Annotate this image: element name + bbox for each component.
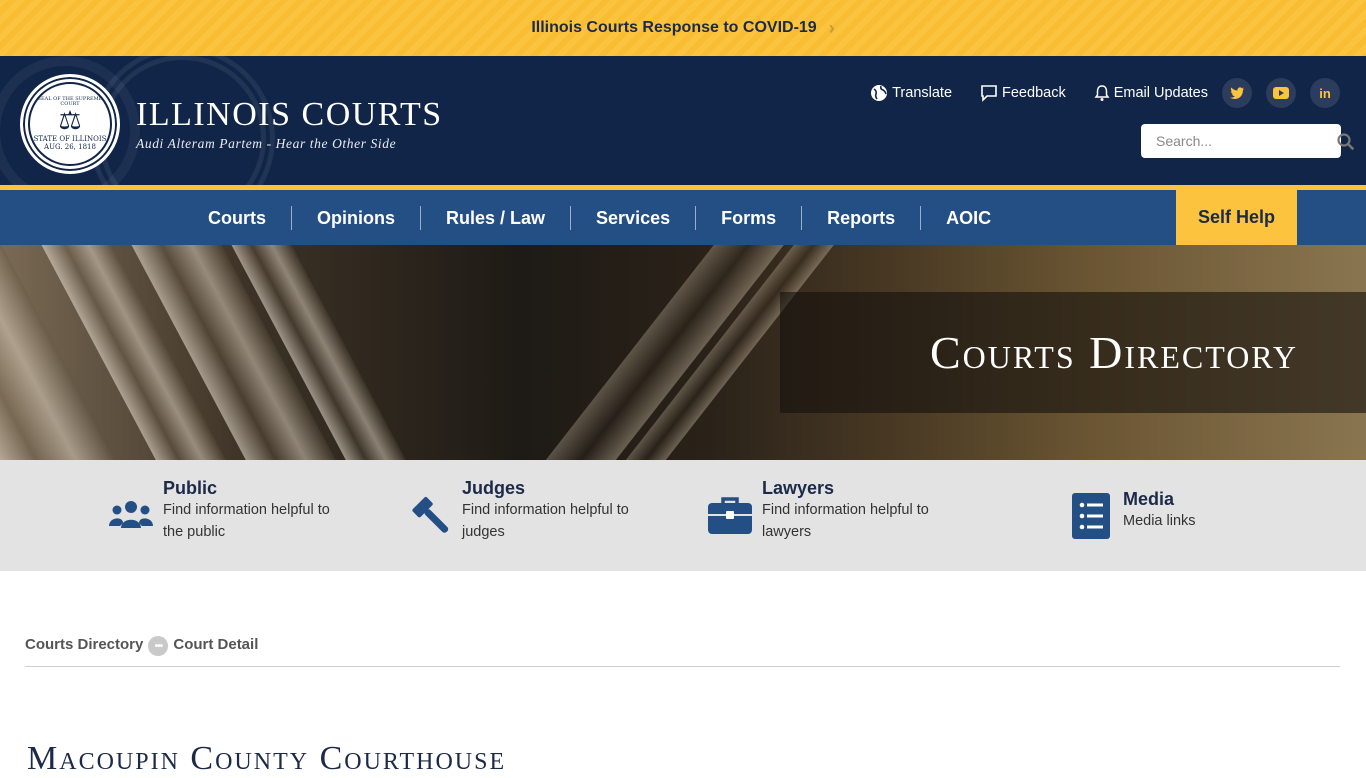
audience-judges-title[interactable]: Judges [462,477,652,499]
chevron-right-icon: › [828,17,835,38]
audience-public-desc: Find information helpful to the public [163,502,330,540]
audience-media-title[interactable]: Media [1123,488,1313,510]
email-updates-link[interactable]: Email Updates [1094,84,1208,102]
list-document-icon [1067,493,1115,539]
audience-judges[interactable]: Judges Find information helpful to judge… [406,477,652,543]
nav-item-opinions[interactable]: Opinions [291,205,420,230]
breadcrumb-court-detail: Court Detail [173,636,259,653]
feedback-link[interactable]: Feedback [980,84,1066,102]
hero-banner: Courts Directory [0,245,1366,460]
nav-item-rules-law[interactable]: Rules / Law [420,205,570,230]
nav-item-services[interactable]: Services [570,205,695,230]
main-navigation: Courts Opinions Rules / Law Services For… [0,190,1366,245]
email-updates-label: Email Updates [1113,85,1208,101]
nav-item-courts[interactable]: Courts [183,206,291,230]
audience-lawyers-desc: Find information helpful to lawyers [762,502,929,540]
breadcrumb: Courts Directory ••• Court Detail [25,636,1340,667]
breadcrumb-courts-directory[interactable]: Courts Directory [25,636,143,653]
covid-alert-banner[interactable]: Illinois Courts Response to COVID-19 › [0,0,1366,56]
breadcrumb-separator-icon: ••• [148,636,169,656]
globe-icon [871,85,888,101]
site-name[interactable]: ILLINOIS COURTS [136,98,443,132]
site-motto: Audi Alteram Partem - Hear the Other Sid… [136,136,397,151]
people-icon [107,499,155,529]
feedback-label: Feedback [1002,85,1066,101]
nav-item-aoic[interactable]: AOIC [920,205,1016,230]
nav-item-forms[interactable]: Forms [695,205,801,230]
page-title: Macoupin County Courthouse [27,740,507,777]
covid-alert-text[interactable]: Illinois Courts Response to COVID-19 [531,19,816,37]
hero-title-box: Courts Directory [780,292,1366,413]
site-header: SEAL OF THE SUPREME COURT ⚖ STATE OF ILL… [0,56,1366,190]
bell-icon [1094,85,1110,101]
audience-links-bar: Public Find information helpful to the p… [0,460,1366,571]
audience-lawyers-title[interactable]: Lawyers [762,477,952,499]
utility-bar: Translate Feedback Email Updates in [870,78,1340,108]
audience-media[interactable]: Media Media links [1067,488,1313,539]
site-search [1141,124,1354,158]
audience-judges-desc: Find information helpful to judges [462,502,629,540]
site-brand[interactable]: ILLINOIS COURTS Audi Alteram Partem - He… [136,98,443,152]
audience-lawyers[interactable]: Lawyers Find information helpful to lawy… [706,477,952,543]
justice-figure-icon: ⚖ [58,105,82,136]
search-icon[interactable] [1337,132,1354,150]
hero-title: Courts Directory [929,327,1298,378]
linkedin-glyph: in [1319,85,1331,101]
audience-public-title[interactable]: Public [163,477,353,499]
translate-link[interactable]: Translate [870,84,952,102]
audience-public[interactable]: Public Find information helpful to the p… [107,477,353,543]
speech-bubble-icon [981,85,997,102]
briefcase-icon [706,495,754,535]
search-input[interactable] [1141,124,1337,158]
linkedin-icon[interactable]: in [1310,78,1340,108]
supreme-court-seal-logo[interactable]: SEAL OF THE SUPREME COURT ⚖ STATE OF ILL… [20,74,120,174]
self-help-button[interactable]: Self Help [1176,190,1297,245]
youtube-icon[interactable] [1266,78,1296,108]
audience-media-desc: Media links [1123,513,1196,529]
seal-caption-date: AUG. 26, 1818 [44,142,96,151]
gavel-icon [406,493,454,539]
translate-label: Translate [892,85,953,101]
nav-item-reports[interactable]: Reports [801,205,920,230]
twitter-icon[interactable] [1222,78,1252,108]
